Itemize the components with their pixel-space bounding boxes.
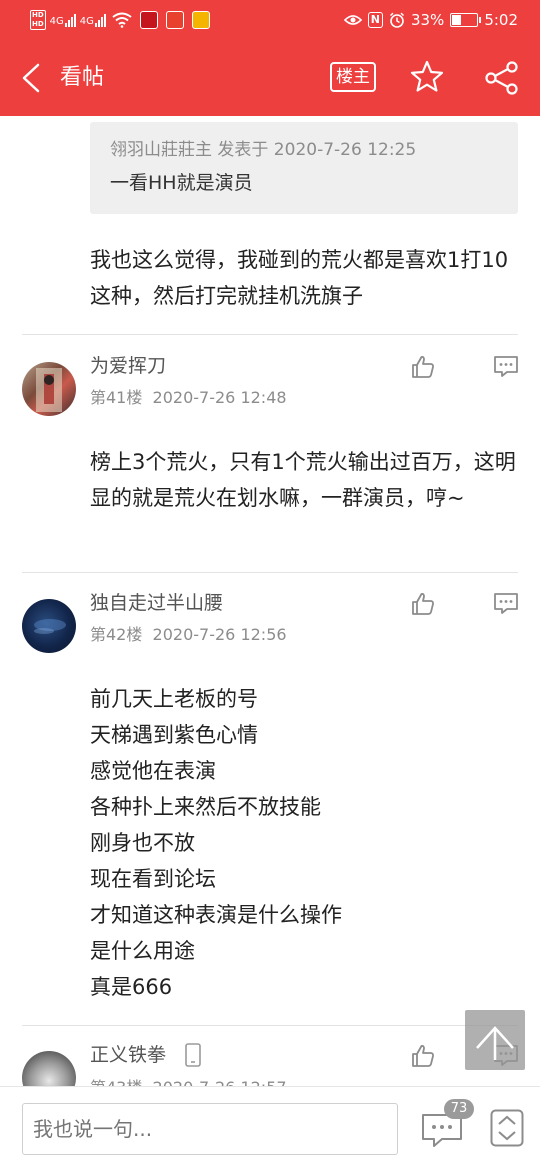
alarm-icon — [389, 12, 404, 28]
post-body-41: 榜上3个荒火，只有1个荒火输出过百万，这明显的就是荒火在划水嘛，一群演员，哼~ — [90, 450, 516, 510]
like-icon[interactable] — [410, 591, 436, 617]
avatar[interactable] — [22, 1051, 76, 1086]
username[interactable]: 为爱挥刀 — [90, 353, 166, 379]
divider — [22, 1025, 518, 1026]
battery-fill — [452, 15, 461, 25]
like-icon[interactable] — [410, 354, 436, 380]
post-time: 2020-7-26 12:56 — [152, 625, 287, 644]
share-icon[interactable] — [484, 60, 520, 96]
status-left: HD HD 4G 4G — [30, 10, 210, 30]
signal-icon-2: 4G — [79, 13, 106, 27]
quote-block: 翎羽山莊莊主 发表于 2020-7-26 12:25 一看HH就是演员 — [90, 122, 518, 214]
comment-count-badge: 73 — [444, 1099, 474, 1119]
divider — [22, 334, 518, 335]
username[interactable]: 正义铁拳 — [90, 1042, 166, 1068]
mobile-phone-icon — [185, 1043, 201, 1067]
eye-icon — [343, 15, 362, 25]
signal-label-2: 4G — [79, 15, 94, 27]
post-line: 真是666 — [90, 975, 173, 999]
app-notification-icon-3 — [191, 11, 210, 29]
reply-icon[interactable] — [493, 354, 519, 380]
post-body-40: 我也这么觉得，我碰到的荒火都是喜欢1打10这种，然后打完就挂机洗旗子 — [90, 248, 509, 308]
quote-text: 一看HH就是演员 — [110, 172, 253, 194]
quote-meta: 翎羽山莊莊主 发表于 2020-7-26 12:25 — [110, 140, 417, 160]
battery-percent: 33% — [410, 11, 445, 29]
post-line: 前几天上老板的号 — [90, 687, 258, 711]
status-right: N 33% 5:02 — [343, 11, 518, 29]
like-icon[interactable] — [410, 1043, 436, 1069]
clock: 5:02 — [484, 11, 518, 29]
nav-bar: 看帖 楼主 — [0, 40, 540, 116]
avatar-image — [34, 619, 66, 634]
floor-meta: 第43楼 2020-7-26 12:57 — [90, 1077, 287, 1086]
floor-number: 第43楼 — [90, 1078, 142, 1086]
post-line: 刚身也不放 — [90, 831, 195, 855]
avatar[interactable] — [22, 362, 76, 416]
post-line: 现在看到论坛 — [90, 867, 216, 891]
favorite-star-icon[interactable] — [410, 60, 444, 94]
floor-number: 第41楼 — [90, 388, 143, 407]
post-time: 2020-7-26 12:48 — [152, 388, 287, 407]
only-op-button[interactable]: 楼主 — [330, 62, 376, 92]
hd-bottom-label: HD — [32, 20, 44, 28]
back-icon[interactable] — [18, 62, 50, 94]
reply-icon[interactable] — [493, 591, 519, 617]
status-bar: HD HD 4G 4G N 33% 5:02 — [0, 0, 540, 40]
app-notification-icon-2 — [165, 11, 184, 29]
post-time: 2020-7-26 12:57 — [153, 1078, 287, 1086]
floor-meta: 第41楼 2020-7-26 12:48 — [90, 387, 287, 409]
nfc-icon: N — [367, 12, 383, 28]
post-line: 感觉他在表演 — [90, 759, 216, 783]
floor-number: 第42楼 — [90, 625, 143, 644]
app-notification-icon-1 — [139, 11, 158, 29]
post-line: 天梯遇到紫色心情 — [90, 723, 258, 747]
avatar-image — [36, 368, 62, 412]
back-to-top-button[interactable] — [465, 1010, 525, 1070]
arrow-up-icon — [476, 1026, 514, 1060]
post-body-42: 前几天上老板的号 天梯遇到紫色心情 感觉他在表演 各种扑上来然后不放技能 刚身也… — [90, 681, 518, 1005]
battery-icon — [450, 13, 482, 27]
floor-meta: 第42楼 2020-7-26 12:56 — [90, 624, 287, 646]
thread-content[interactable]: 翎羽山莊莊主 发表于 2020-7-26 12:25 一看HH就是演员 我也这么… — [0, 116, 540, 1086]
signal-icon-1: 4G — [49, 13, 76, 27]
divider — [22, 572, 518, 573]
wifi-icon — [112, 12, 132, 28]
reply-input[interactable] — [22, 1103, 398, 1155]
post-line: 各种扑上来然后不放技能 — [90, 795, 321, 819]
post-line: 才知道这种表演是什么操作 — [90, 903, 342, 927]
avatar[interactable] — [22, 599, 76, 653]
hd-top-label: HD — [32, 11, 44, 19]
page-title: 看帖 — [60, 65, 105, 90]
floor-jump-icon[interactable] — [490, 1109, 524, 1147]
signal-label-1: 4G — [49, 15, 64, 27]
bottom-bar: 73 — [0, 1086, 540, 1170]
hd-indicator: HD HD — [30, 10, 46, 30]
post-line: 是什么用途 — [90, 939, 195, 963]
username[interactable]: 独自走过半山腰 — [90, 590, 223, 616]
